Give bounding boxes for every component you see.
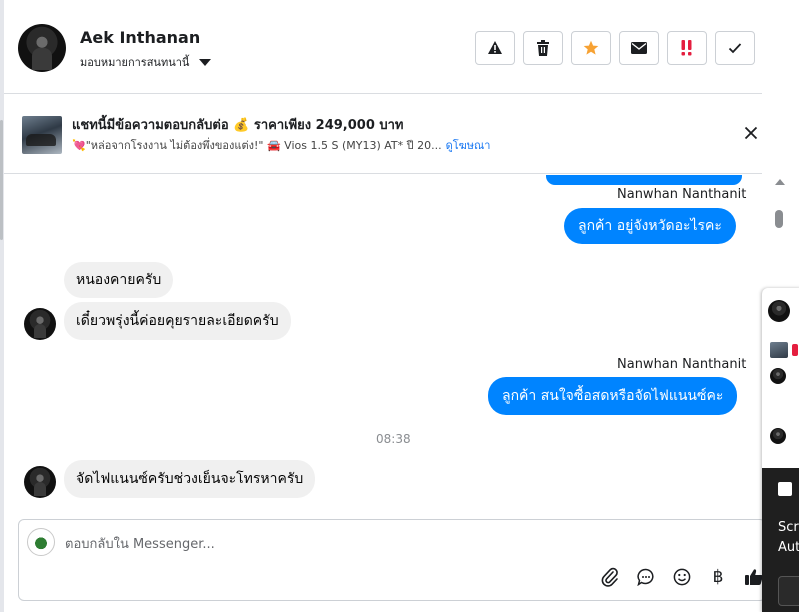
- message-timestamp: 08:38: [376, 432, 411, 446]
- notification-title: Scre: [778, 520, 799, 535]
- ad-title: แชทนี้มีข้อความตอบกลับต่อ 💰 ราคาเพียง 24…: [72, 118, 404, 133]
- message-thread: Nanwhan Nanthanit ลูกค้า อยู่จังหวัดอะไร…: [4, 175, 768, 518]
- chevron-down-icon: [199, 58, 212, 66]
- overlay-avatar-small: [770, 428, 786, 444]
- notification-action-button[interactable]: [778, 576, 799, 606]
- smiley-icon: [673, 568, 691, 586]
- inbox-conversation-view: Aek Inthanan มอบหมายการสนทนานี้ แชทนี้มี…: [0, 0, 799, 612]
- thumbs-up-icon: [745, 569, 763, 585]
- overlay-avatar[interactable]: [768, 300, 790, 322]
- ad-subtitle: 💘"หล่อจากโรงงาน ไม่ต้องพึ่งของแต่ง!" 🚘 V…: [72, 136, 490, 154]
- attach-button[interactable]: [599, 566, 621, 588]
- reply-input[interactable]: [65, 534, 665, 554]
- overlay-notification[interactable]: Scre Aut: [762, 468, 799, 612]
- contact-avatar-small[interactable]: [24, 466, 56, 498]
- ad-context-banner: แชทนี้มีข้อความตอบกลับต่อ 💰 ราคาเพียง 24…: [4, 94, 762, 174]
- envelope-icon: [631, 42, 647, 54]
- contact-avatar-small[interactable]: [24, 308, 56, 340]
- baht-icon: ฿: [712, 567, 724, 587]
- sender-name: Nanwhan Nanthanit: [617, 187, 747, 202]
- trash-icon: [537, 40, 549, 56]
- message-bubble-incoming[interactable]: เดี๋ยวพรุ่งนี้ค่อยคุยรายละเอียดครับ: [64, 302, 291, 340]
- close-banner-button[interactable]: [740, 122, 762, 144]
- contact-avatar[interactable]: [18, 24, 66, 72]
- ad-description: 💘"หล่อจากโรงงาน ไม่ต้องพึ่งของแต่ง!" 🚘 V…: [72, 139, 442, 152]
- follow-up-button[interactable]: [667, 31, 707, 65]
- report-button[interactable]: [475, 31, 515, 65]
- assign-dropdown[interactable]: มอบหมายการสนทนานี้: [80, 53, 212, 71]
- message-bubble-incoming[interactable]: จัดไฟแนนซ์ครับช่วงเย็นจะโทรหาครับ: [64, 460, 316, 498]
- message-bubble-incoming[interactable]: หนองคายครับ: [64, 262, 174, 298]
- delete-button[interactable]: [523, 31, 563, 65]
- notification-app-icon: [778, 482, 792, 496]
- assign-label: มอบหมายการสนทนานี้: [80, 56, 190, 69]
- message-bubble-outgoing-cutoff[interactable]: [546, 175, 742, 185]
- composer-tools: ฿: [599, 566, 765, 588]
- message-bubble-outgoing[interactable]: ลูกค้า อยู่จังหวัดอะไรคะ: [564, 208, 736, 244]
- exclamation-icon: [681, 40, 692, 56]
- payment-button[interactable]: ฿: [707, 566, 729, 588]
- page-avatar: [27, 528, 55, 556]
- saved-replies-button[interactable]: [635, 566, 657, 588]
- scroll-thumb[interactable]: [775, 210, 783, 228]
- overlay-avatar-small: [770, 368, 786, 384]
- overlay-heart-icon: [792, 344, 798, 356]
- view-ad-link[interactable]: ดูโฆษณา: [446, 139, 491, 152]
- check-icon: [728, 43, 742, 54]
- warning-icon: [488, 41, 502, 54]
- message-bubble-outgoing[interactable]: ลูกค้า สนใจซื้อสดหรือจัดไฟแนนซ์คะ: [488, 377, 738, 415]
- mark-done-button[interactable]: [715, 31, 755, 65]
- floating-panel[interactable]: Scre Aut: [762, 288, 799, 612]
- paperclip-icon: [601, 567, 618, 587]
- reply-composer: ฿: [18, 519, 766, 601]
- emoji-button[interactable]: [671, 566, 693, 588]
- sender-name: Nanwhan Nanthanit: [617, 357, 747, 372]
- left-scroll-nub[interactable]: [0, 120, 3, 240]
- chat-bubble-icon: [637, 568, 654, 586]
- star-icon: [583, 40, 599, 55]
- scroll-up-arrow-icon[interactable]: [775, 179, 785, 185]
- notification-subtitle: Aut: [778, 540, 799, 555]
- header-actions: [475, 31, 755, 65]
- mark-unread-button[interactable]: [619, 31, 659, 65]
- conversation-header: Aek Inthanan มอบหมายการสนทนานี้: [4, 4, 762, 94]
- contact-name[interactable]: Aek Inthanan: [80, 28, 200, 47]
- close-icon: [744, 126, 758, 140]
- overlay-ad-thumbnail: [770, 342, 788, 358]
- star-button[interactable]: [571, 31, 611, 65]
- ad-thumbnail[interactable]: [22, 116, 62, 154]
